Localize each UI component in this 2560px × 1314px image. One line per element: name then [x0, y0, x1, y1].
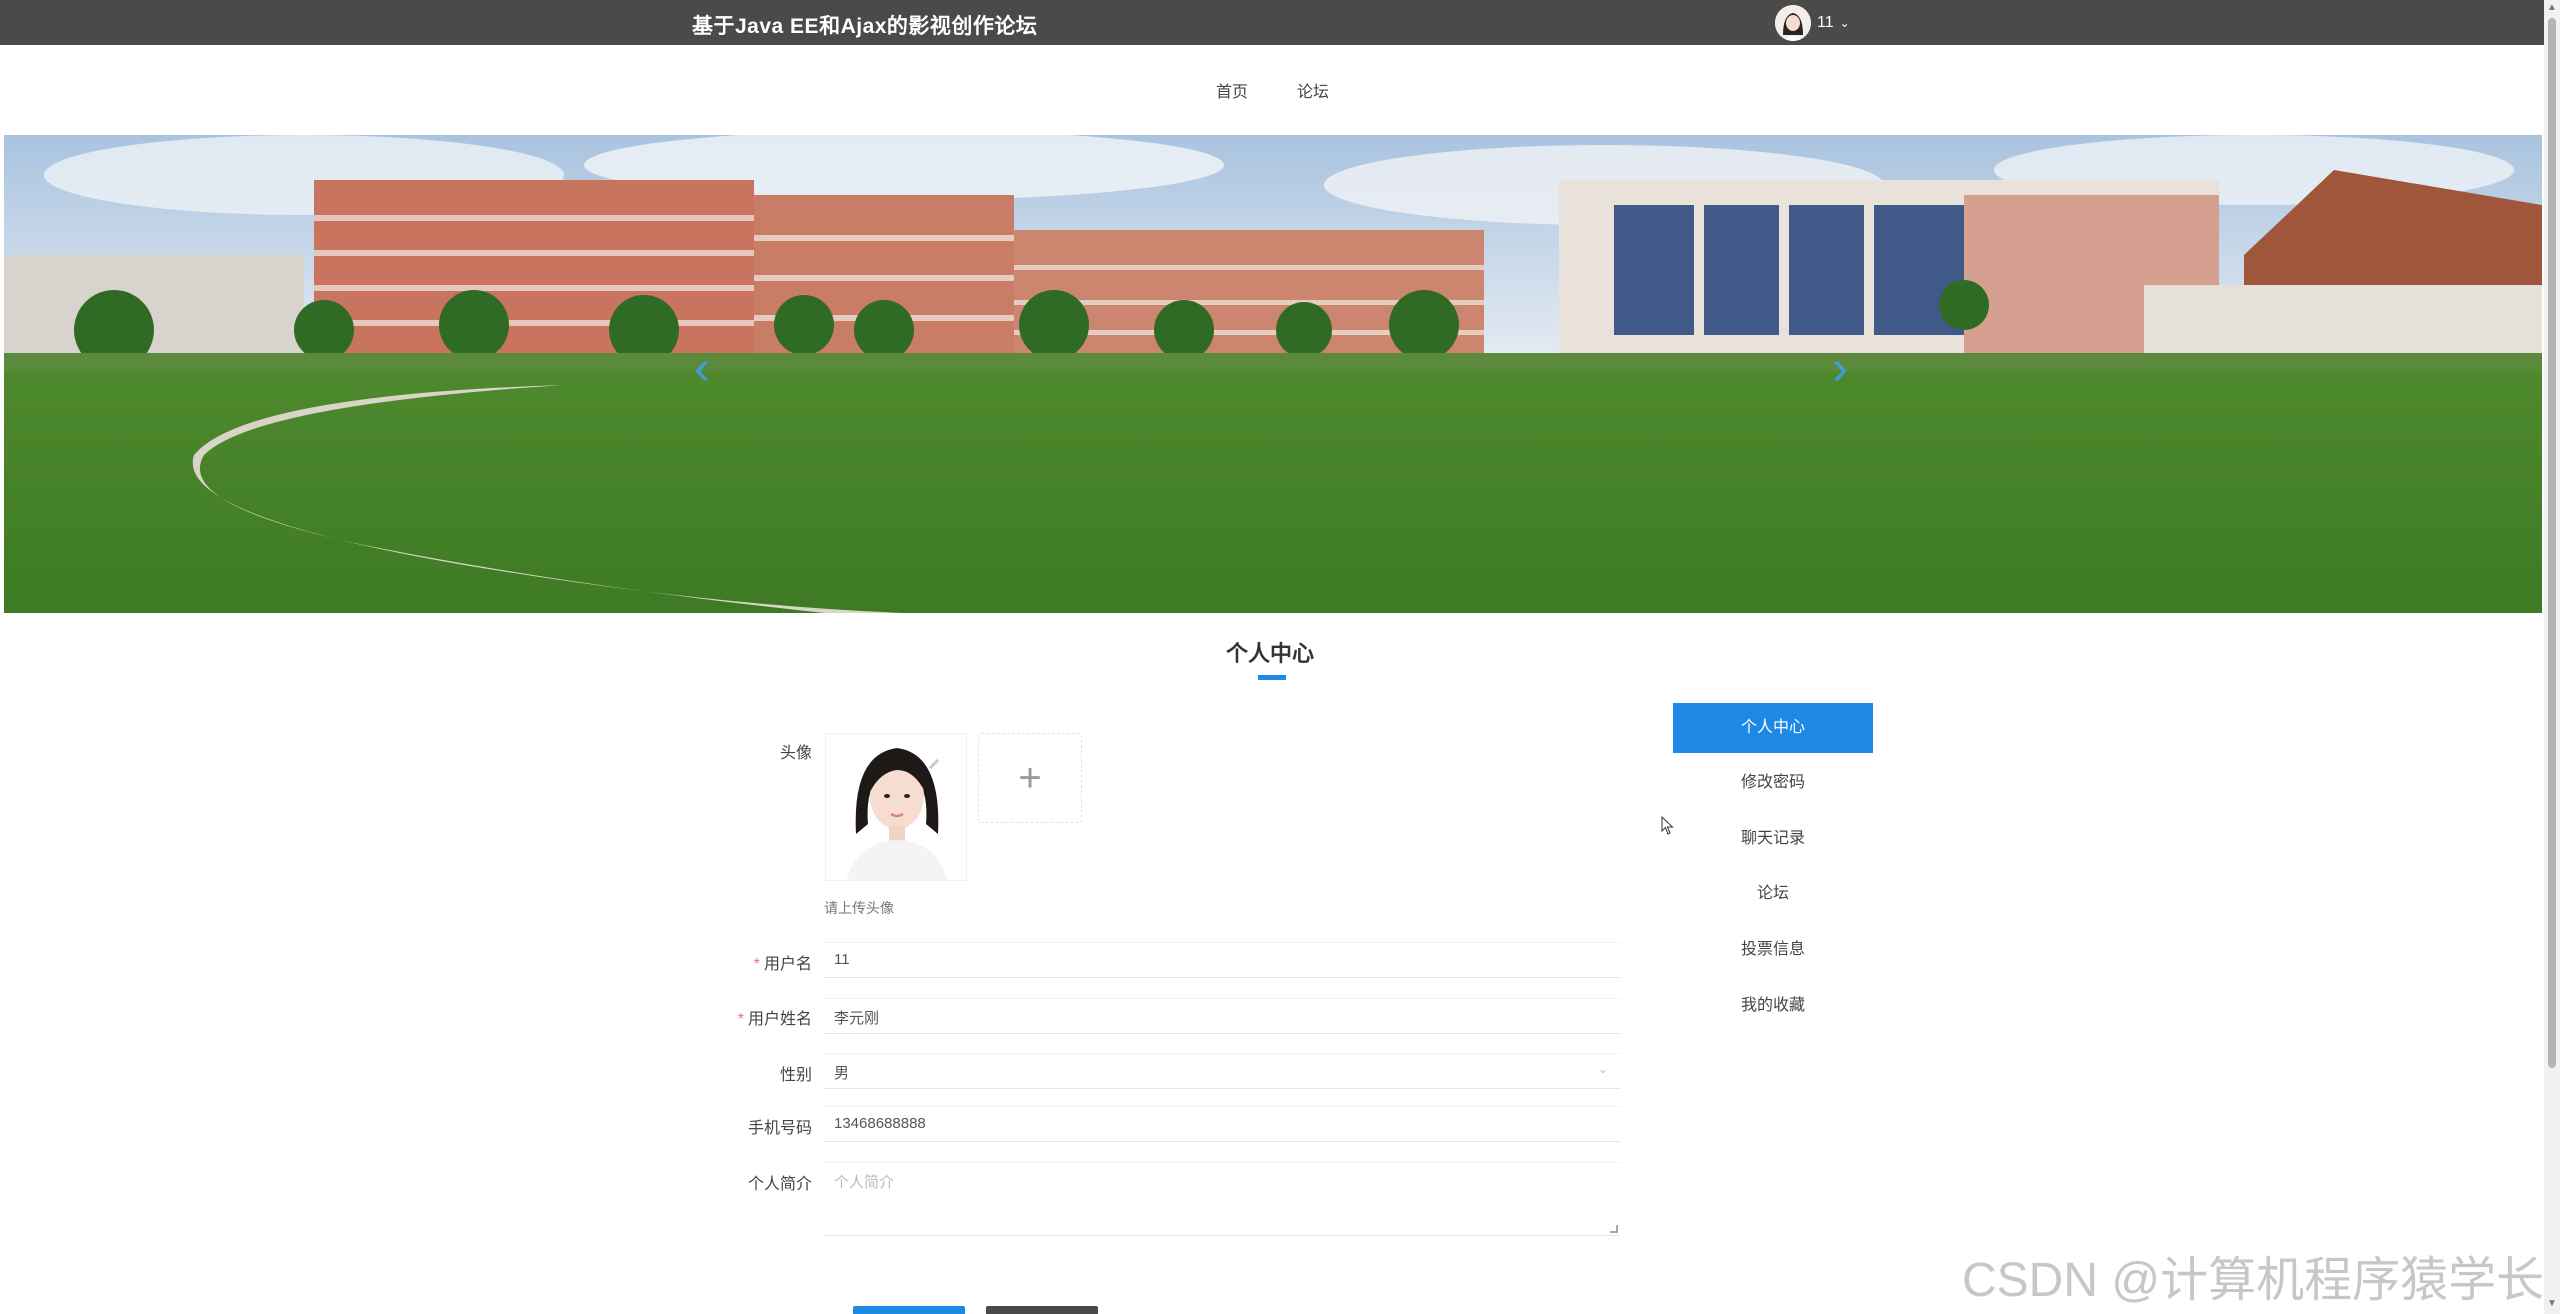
realname-label-text: 用户姓名	[747, 1011, 812, 1028]
phone-field[interactable]: 13468688888	[824, 1106, 1620, 1142]
side-item-chat[interactable]: 聊天记录	[1673, 814, 1873, 864]
phone-label: 手机号码	[747, 1120, 812, 1137]
logout-button[interactable]	[986, 1306, 1098, 1314]
bio-label: 个人简介	[747, 1176, 812, 1193]
top-bar: 基于Java EE和Ajax的影视创作论坛 11 ⌄	[0, 0, 2560, 45]
scroll-up-icon[interactable]: ▲	[2547, 2, 2557, 13]
required-mark: *	[737, 1011, 744, 1028]
bio-placeholder: 个人简介	[834, 1174, 895, 1191]
realname-label: * 用户姓名	[738, 1005, 812, 1029]
watermark: CSDN @计算机程序猿学长	[1962, 1254, 2545, 1307]
banner-image	[4, 135, 2542, 613]
scroll-down-icon[interactable]: ▼	[2547, 1298, 2557, 1309]
avatar-image[interactable]	[825, 733, 967, 881]
required-mark: *	[753, 956, 760, 973]
scroll-thumb[interactable]	[2548, 18, 2556, 1068]
user-avatar	[1775, 5, 1811, 41]
side-item-password[interactable]: 修改密码	[1673, 758, 1873, 808]
carousel-next-icon[interactable]: ›	[1832, 345, 1848, 393]
avatar-upload-button[interactable]: +	[978, 733, 1082, 823]
resize-handle-icon[interactable]	[1610, 1225, 1618, 1233]
realname-field[interactable]: 李元刚	[824, 998, 1620, 1034]
mouse-cursor-icon	[1661, 816, 1674, 835]
chevron-down-icon: ⌄	[1597, 1062, 1608, 1076]
banner-carousel[interactable]: ‹ ›	[4, 135, 2542, 613]
carousel-prev-icon[interactable]: ‹	[694, 345, 710, 393]
page-title: 个人中心	[1225, 641, 1314, 666]
gender-value: 男	[834, 1065, 850, 1082]
user-menu[interactable]: 11 ⌄	[1775, 5, 1850, 41]
upload-hint: 请上传头像	[824, 900, 894, 916]
plus-icon: +	[1018, 755, 1042, 800]
nav-forum[interactable]: 论坛	[1297, 78, 1329, 102]
user-name: 11	[1817, 14, 1834, 31]
side-item-forum[interactable]: 论坛	[1673, 869, 1873, 919]
main-nav: 首页 论坛	[0, 45, 2560, 135]
submit-button[interactable]	[853, 1306, 965, 1314]
site-title: 基于Java EE和Ajax的影视创作论坛	[692, 15, 1038, 38]
gender-label: 性别	[779, 1067, 812, 1084]
chevron-down-icon: ⌄	[1839, 16, 1850, 30]
username-field[interactable]: 11	[824, 942, 1620, 978]
title-underline	[1258, 675, 1286, 680]
bio-textarea[interactable]: 个人简介	[824, 1162, 1620, 1236]
side-item-favorites[interactable]: 我的收藏	[1673, 981, 1873, 1031]
gender-select[interactable]: 男 ⌄	[824, 1053, 1620, 1089]
username-label-text: 用户名	[763, 956, 812, 973]
avatar-label: 头像	[779, 745, 812, 762]
side-item-votes[interactable]: 投票信息	[1673, 925, 1873, 975]
scrollbar[interactable]: ▲ ▼	[2544, 0, 2560, 1314]
nav-home[interactable]: 首页	[1216, 78, 1248, 102]
username-label: * 用户名	[754, 950, 812, 974]
side-item-profile[interactable]: 个人中心	[1673, 703, 1873, 753]
